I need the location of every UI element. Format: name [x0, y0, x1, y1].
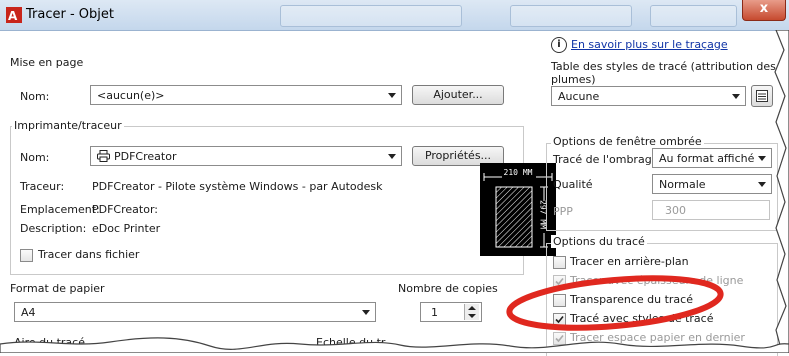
- chevron-down-icon: [758, 156, 766, 161]
- printer-name-value: PDFCreator: [114, 150, 177, 163]
- plot-to-file-checkbox[interactable]: [20, 249, 33, 262]
- paper-preview: 210 MM 297 MM: [480, 163, 556, 256]
- description-label: Description:: [20, 222, 87, 235]
- plot-style-table-label: Table des styles de tracé (attribution d…: [551, 60, 776, 86]
- paper-size-select[interactable]: A4: [14, 302, 376, 322]
- dpi-label: PPP: [553, 205, 573, 218]
- location-value: PDFCreator:: [92, 203, 158, 216]
- page-setup-select[interactable]: <aucun(e)>: [90, 85, 402, 105]
- background-window-tab: [510, 5, 632, 27]
- chevron-down-icon: [362, 310, 370, 315]
- background-window-tab: [650, 5, 737, 27]
- torn-edge-decoration: [774, 30, 789, 353]
- page-setup-label: Mise en page: [10, 56, 84, 69]
- chevron-down-icon: [758, 182, 766, 187]
- paper-size-value: A4: [21, 306, 36, 319]
- plot-options-label: Options du tracé: [551, 235, 647, 248]
- svg-text:A: A: [8, 9, 18, 23]
- paper-width-label: 210 MM: [503, 168, 533, 177]
- title-bar: A Tracer - Objet x: [0, 0, 789, 31]
- chevron-down-icon: [388, 154, 396, 159]
- chevron-down-icon: [732, 94, 740, 99]
- shade-plot-label: Tracé de l'ombrage: [553, 153, 659, 166]
- chevron-up-icon[interactable]: [468, 306, 476, 310]
- copies-spin-buttons[interactable]: [464, 304, 479, 320]
- paper-size-label: Format de papier: [10, 282, 105, 295]
- plot-in-background-checkbox[interactable]: [553, 256, 566, 269]
- app-icon: A: [6, 7, 22, 23]
- edit-table-icon: [756, 90, 768, 102]
- chevron-down-icon[interactable]: [468, 314, 476, 318]
- printer-name-label: Nom:: [20, 151, 50, 164]
- location-label: Emplacement:: [20, 203, 100, 216]
- background-window-tab: [280, 5, 462, 27]
- printer-select[interactable]: PDFCreator: [90, 146, 402, 166]
- info-icon: i: [551, 37, 567, 53]
- annotation-ellipse: [506, 275, 724, 331]
- dpi-value: 300: [665, 204, 686, 217]
- shade-plot-select[interactable]: Au format affiché: [652, 148, 772, 168]
- copies-value: 1: [431, 306, 438, 319]
- plotter-value: PDFCreator - Pilote système Windows - pa…: [92, 180, 383, 193]
- page-setup-name-label: Nom:: [20, 90, 50, 103]
- quality-select[interactable]: Normale: [652, 174, 772, 194]
- shade-plot-value: Au format affiché: [659, 152, 755, 165]
- chevron-down-icon: [388, 93, 396, 98]
- shaded-viewport-label: Options de fenêtre ombrée: [551, 135, 704, 148]
- window-title: Tracer - Objet: [26, 7, 114, 22]
- torn-bottom-decoration: [0, 337, 789, 353]
- printer-group-label: Imprimante/traceur: [12, 119, 124, 132]
- copies-label: Nombre de copies: [398, 282, 498, 295]
- printer-icon: [97, 150, 110, 162]
- plot-style-table-value: Aucune: [558, 90, 600, 103]
- plotter-label: Traceur:: [20, 180, 65, 193]
- plot-in-background-label: Tracer en arrière-plan: [570, 255, 689, 268]
- learn-about-plotting-link[interactable]: En savoir plus sur le traçage: [571, 38, 728, 51]
- plot-style-table-select[interactable]: Aucune: [551, 86, 746, 106]
- copies-stepper[interactable]: 1: [420, 302, 482, 322]
- quality-label: Qualité: [553, 178, 593, 191]
- plot-to-file-label: Tracer dans fichier: [38, 248, 140, 261]
- dpi-input[interactable]: 300: [652, 200, 770, 220]
- close-button[interactable]: x: [742, 0, 786, 21]
- page-setup-value: <aucun(e)>: [97, 89, 165, 102]
- description-value: eDoc Printer: [92, 222, 161, 235]
- quality-value: Normale: [659, 178, 706, 191]
- add-page-setup-button[interactable]: Ajouter...: [412, 85, 504, 105]
